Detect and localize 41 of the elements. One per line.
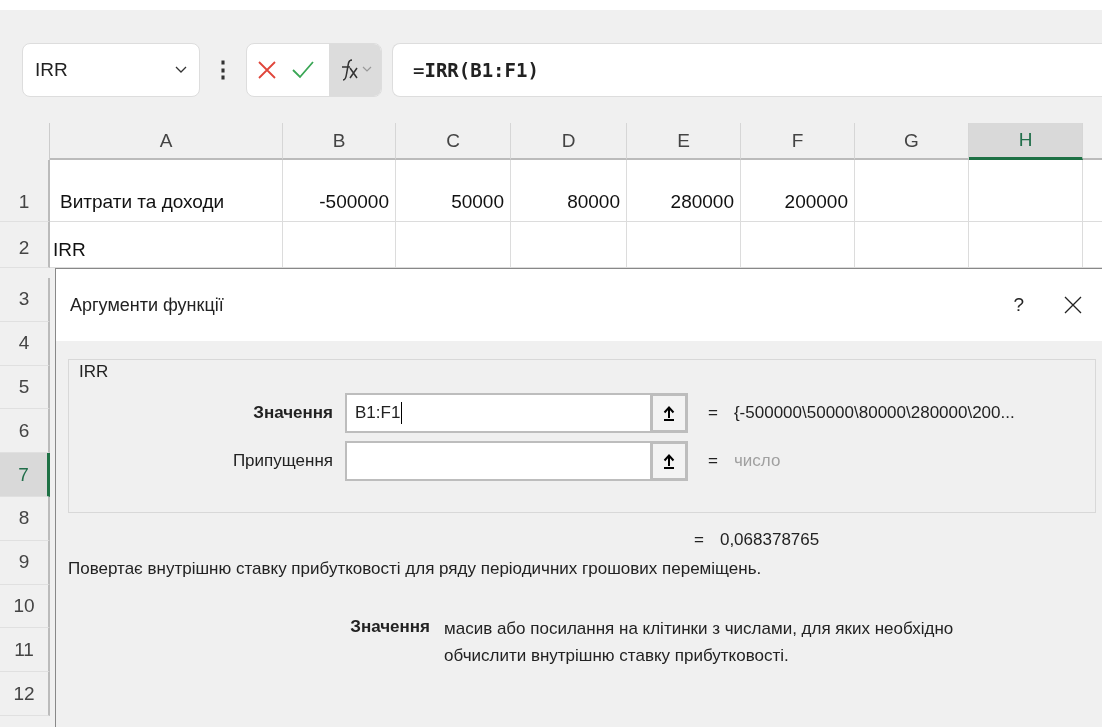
arrow-up-icon [663, 404, 675, 421]
equals-sign: = [694, 530, 704, 550]
collapse-button[interactable] [650, 392, 688, 433]
argument-label: Значення [252, 402, 334, 423]
argument-field[interactable] [345, 440, 650, 481]
arrow-up-icon [663, 452, 675, 469]
insert-function-button[interactable] [329, 44, 381, 96]
name-box[interactable]: IRR [22, 43, 200, 97]
argument-help-text: масив або посилання на клітинки з числами, для яких необхідно обчислити внутрішню ставку прибутковості. [444, 618, 955, 667]
argument-label: Припущення [231, 450, 334, 471]
equals-sign: = [708, 450, 718, 471]
cancel-icon[interactable] [257, 60, 277, 80]
row-header[interactable]: 2 [0, 222, 50, 268]
row-header[interactable]: 7 [0, 453, 50, 497]
row-header[interactable]: 8 [0, 497, 50, 541]
argument-result: {-500000\50000\80000\280000\200... [733, 402, 1015, 423]
help-button[interactable]: ? [1003, 294, 1034, 316]
check-icon[interactable] [291, 60, 315, 80]
row-header[interactable]: 12 [0, 672, 50, 716]
formula-bar[interactable]: =IRR(B1:F1) [392, 43, 1102, 97]
row-header[interactable]: 11 [0, 628, 50, 673]
equals-sign: = [708, 402, 718, 423]
argument-result: число [733, 450, 781, 471]
argument-help-label: Значення [349, 617, 430, 638]
argument-field[interactable]: B1:F1 [345, 392, 650, 433]
row-header[interactable]: 9 [0, 540, 50, 585]
row-header[interactable]: 10 [0, 584, 50, 629]
more-options-icon[interactable]: ⋮ [210, 57, 236, 83]
row-header[interactable]: 3 [0, 278, 50, 322]
column-header[interactable]: H [969, 123, 1083, 160]
chevron-down-icon[interactable] [175, 66, 187, 74]
dialog-title: Аргументи функції [70, 294, 225, 316]
row-header[interactable]: 4 [0, 321, 50, 366]
close-icon[interactable] [1064, 296, 1082, 314]
field-value: B1:F1 [355, 402, 401, 423]
function-description: Повертає внутрішню ставку прибутковості для ряду періодичних грошових переміщень. [68, 559, 763, 579]
row-header[interactable]: 5 [0, 365, 50, 410]
formula-result: 0,068378765 [719, 530, 820, 550]
row-header[interactable]: 1 [0, 160, 50, 222]
collapse-button[interactable] [650, 440, 688, 481]
text-cursor [401, 401, 403, 424]
